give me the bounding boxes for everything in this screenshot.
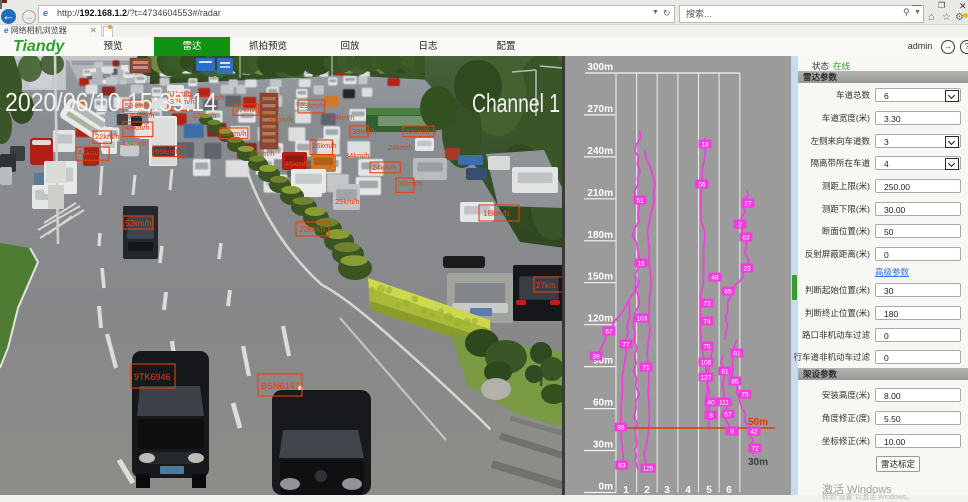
svg-text:50m: 50m (748, 417, 768, 428)
svg-text:300m: 300m (587, 62, 613, 73)
svg-text:36km/h: 36km/h (268, 115, 293, 124)
svg-text:42: 42 (750, 429, 758, 436)
svg-text:6: 6 (726, 485, 732, 495)
svg-text:2: 2 (644, 485, 650, 495)
svg-text:125: 125 (643, 466, 654, 473)
svg-text:18km/h: 18km/h (483, 209, 509, 218)
svg-text:Channel 1: Channel 1 (472, 88, 560, 118)
svg-text:85: 85 (731, 379, 739, 386)
svg-text:48: 48 (711, 275, 719, 282)
svg-text:29km/h: 29km/h (330, 113, 355, 122)
svg-text:103: 103 (637, 316, 648, 323)
svg-text:25km/h: 25km/h (335, 197, 360, 206)
svg-text:60m: 60m (593, 398, 613, 409)
svg-text:5: 5 (706, 485, 712, 495)
svg-text:39km/h: 39km/h (222, 129, 247, 138)
svg-text:38km/h: 38km/h (352, 127, 377, 136)
svg-text:88: 88 (617, 425, 625, 432)
svg-text:150m: 150m (587, 272, 613, 283)
svg-text:51: 51 (636, 198, 644, 205)
svg-text:43km/h: 43km/h (122, 139, 147, 148)
svg-text:4: 4 (685, 485, 691, 495)
svg-text:28km/h: 28km/h (388, 143, 413, 152)
svg-text:61: 61 (721, 369, 729, 376)
svg-text:63: 63 (618, 463, 626, 470)
svg-text:180m: 180m (587, 230, 613, 241)
svg-text:1: 1 (623, 485, 629, 495)
svg-text:270m: 270m (587, 104, 613, 115)
svg-text:30m: 30m (748, 457, 768, 468)
svg-text:63: 63 (742, 235, 750, 242)
svg-text:23km/h: 23km/h (300, 101, 325, 110)
svg-text:27km/h: 27km/h (235, 105, 260, 114)
svg-text:74: 74 (703, 319, 711, 326)
svg-text:106: 106 (701, 360, 712, 367)
svg-text:40: 40 (707, 400, 715, 407)
svg-text:24km/h: 24km/h (372, 163, 397, 172)
svg-text:73: 73 (703, 301, 711, 308)
svg-text:39: 39 (592, 354, 600, 361)
svg-text:22km/h: 22km/h (95, 132, 120, 141)
svg-text:22km/h: 22km/h (299, 225, 325, 234)
svg-text:0m: 0m (599, 482, 614, 493)
svg-text:2020/06/10 15:39:14: 2020/06/10 15:39:14 (5, 87, 217, 117)
svg-text:44km/h: 44km/h (78, 148, 103, 157)
svg-text:81: 81 (733, 351, 741, 358)
svg-text:75: 75 (741, 392, 749, 399)
svg-text:23: 23 (743, 266, 751, 273)
svg-text:72: 72 (751, 446, 759, 453)
svg-text:77: 77 (622, 342, 630, 349)
svg-text:BSN6147: BSN6147 (261, 381, 300, 391)
svg-text:9: 9 (730, 429, 734, 436)
svg-text:34km/h: 34km/h (345, 151, 370, 160)
svg-text:16: 16 (637, 261, 645, 268)
svg-text:240m: 240m (587, 146, 613, 157)
svg-text:65: 65 (724, 289, 732, 296)
svg-text:30km/h: 30km/h (398, 179, 423, 188)
svg-text:27: 27 (744, 201, 752, 208)
svg-text:8: 8 (709, 413, 713, 420)
svg-text:71: 71 (642, 365, 650, 372)
svg-text:3: 3 (664, 485, 670, 495)
svg-text:127: 127 (701, 375, 712, 382)
svg-text:52km/h: 52km/h (125, 219, 151, 228)
svg-text:56: 56 (698, 182, 706, 189)
svg-text:9TK6946: 9TK6946 (134, 372, 171, 382)
svg-text:18: 18 (701, 142, 709, 149)
svg-text:111: 111 (719, 400, 729, 407)
svg-text:48km/h: 48km/h (125, 123, 150, 132)
svg-text:45km/h: 45km/h (285, 159, 310, 168)
svg-text:57: 57 (724, 412, 732, 419)
svg-text:27km: 27km (536, 281, 556, 290)
svg-text:75: 75 (703, 344, 711, 351)
svg-text:120m: 120m (587, 314, 613, 325)
svg-text:2: 2 (738, 222, 742, 229)
svg-text:33km/h: 33km/h (250, 149, 275, 158)
svg-text:67: 67 (605, 329, 613, 336)
svg-text:66km/h: 66km/h (155, 147, 180, 156)
svg-text:30m: 30m (593, 440, 613, 451)
svg-text:22km/h: 22km/h (405, 127, 430, 136)
svg-text:210m: 210m (587, 188, 613, 199)
